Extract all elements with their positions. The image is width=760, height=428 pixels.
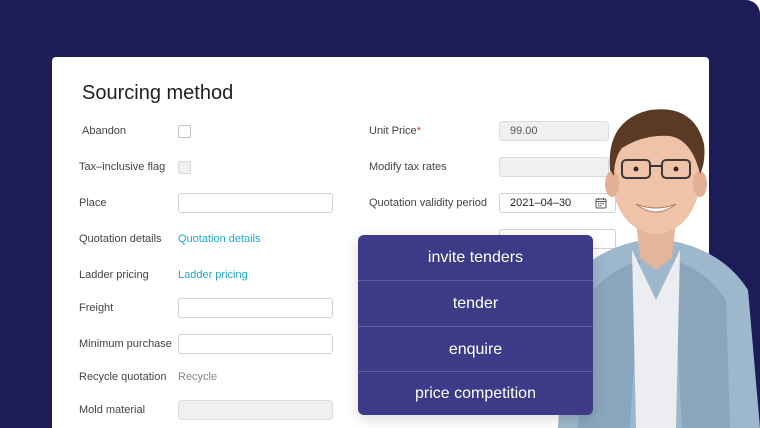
menu-item-tender[interactable]: tender bbox=[358, 281, 593, 326]
place-label: Place bbox=[79, 197, 107, 209]
mold-material-label: Mold material bbox=[79, 404, 146, 416]
quotation-details-label: Quotation details bbox=[79, 233, 162, 245]
menu-item-invite-tenders[interactable]: invite tenders bbox=[358, 235, 593, 280]
tax-flag-label: Tax–inclusive flag bbox=[79, 161, 166, 173]
quotation-details-link[interactable]: Quotation details bbox=[178, 233, 261, 245]
required-marker: * bbox=[416, 125, 421, 137]
unit-price-label: Unit Price* bbox=[369, 125, 421, 137]
menu-item-enquire[interactable]: enquire bbox=[358, 327, 593, 372]
minimum-purchase-label: Minimum purchase bbox=[79, 338, 172, 350]
freight-label: Freight bbox=[79, 302, 114, 314]
mold-material-input[interactable] bbox=[178, 400, 333, 420]
abandon-label: Abandon bbox=[82, 125, 127, 137]
ladder-pricing-label: Ladder pricing bbox=[79, 269, 149, 281]
sourcing-method-menu: invite tenders tender enquire price comp… bbox=[358, 235, 593, 415]
unit-price-value: 99.00 bbox=[510, 125, 538, 137]
tax-flag-checkbox[interactable] bbox=[178, 161, 191, 174]
recycle-value: Recycle bbox=[178, 371, 218, 383]
unit-price-text: Unit Price bbox=[369, 125, 417, 137]
menu-item-price-competition[interactable]: price competition bbox=[358, 371, 593, 415]
place-input[interactable] bbox=[178, 193, 333, 213]
quotation-validity-label: Quotation validity period bbox=[369, 197, 488, 209]
page-title: Sourcing method bbox=[82, 82, 234, 104]
recycle-quotation-label: Recycle quotation bbox=[79, 371, 167, 383]
ladder-pricing-link[interactable]: Ladder pricing bbox=[178, 269, 248, 281]
freight-input[interactable] bbox=[178, 298, 333, 318]
minimum-purchase-input[interactable] bbox=[178, 334, 333, 354]
abandon-checkbox[interactable] bbox=[178, 125, 191, 138]
modify-tax-rates-label: Modify tax rates bbox=[369, 161, 447, 173]
